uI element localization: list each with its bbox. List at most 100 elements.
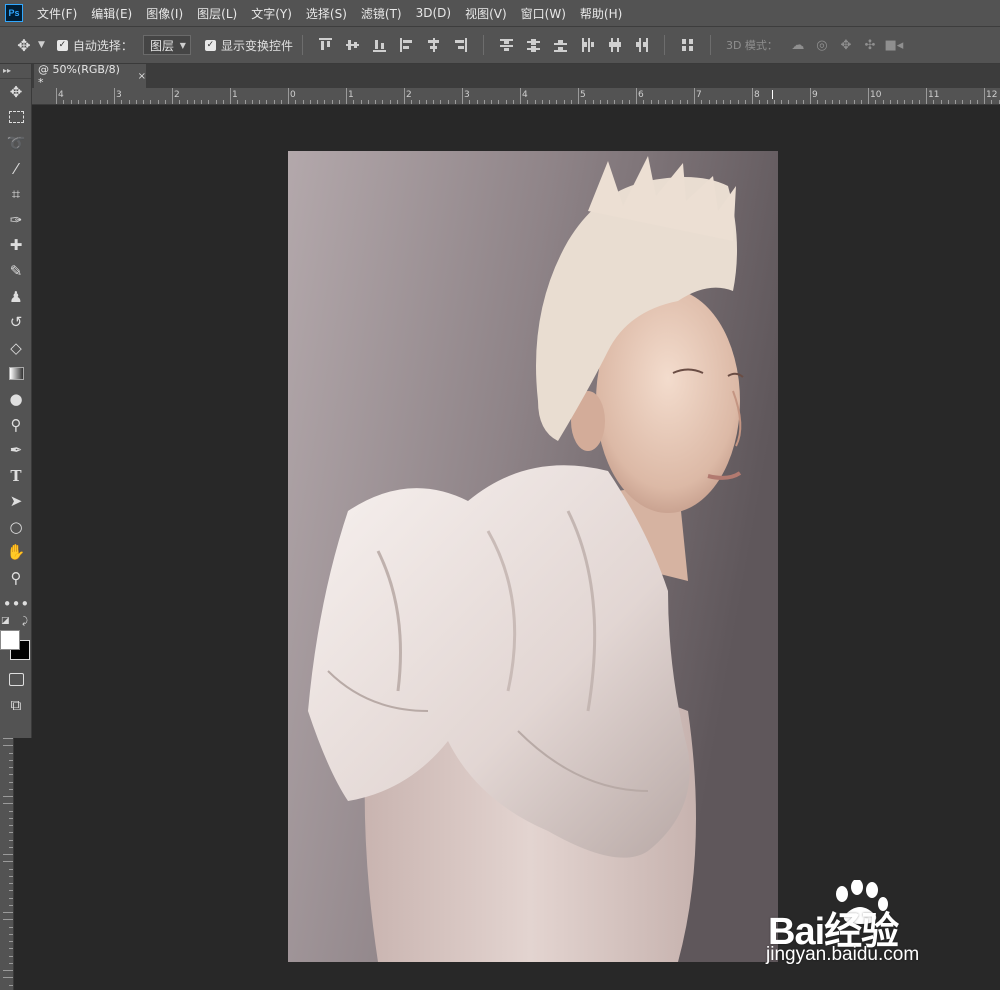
align-horizontal-center-icon[interactable] bbox=[427, 38, 440, 52]
align-top-icon[interactable] bbox=[318, 38, 332, 52]
menu-file[interactable]: 文件(F) bbox=[37, 5, 77, 22]
blur-tool-icon[interactable]: ● bbox=[0, 386, 32, 412]
ruler-tick bbox=[63, 100, 65, 104]
show-transform-checkbox[interactable]: ✓ bbox=[204, 39, 216, 51]
menu-select[interactable]: 选择(S) bbox=[306, 5, 347, 22]
3d-roll-icon[interactable]: ◎ bbox=[814, 37, 830, 53]
ruler-tick bbox=[694, 88, 695, 104]
auto-align-layers-icon[interactable] bbox=[681, 38, 694, 52]
ruler-tick bbox=[701, 100, 703, 104]
menu-image[interactable]: 图像(I) bbox=[146, 5, 183, 22]
distribute-vertical-center-icon[interactable] bbox=[526, 38, 540, 52]
ruler-tick bbox=[3, 977, 13, 979]
ruler-tick bbox=[860, 100, 862, 104]
ruler-tick bbox=[9, 962, 13, 964]
menu-window[interactable]: 窗口(W) bbox=[521, 5, 566, 22]
ruler-tick bbox=[3, 970, 13, 971]
ruler-tick bbox=[527, 100, 529, 104]
screen-mode-icon[interactable]: ⧉ bbox=[0, 692, 32, 718]
marquee-tool-icon[interactable] bbox=[0, 105, 32, 131]
ruler-tick bbox=[302, 100, 304, 104]
ruler-label: 11 bbox=[928, 90, 940, 100]
ruler-tick bbox=[686, 100, 688, 104]
distribute-bottom-icon[interactable] bbox=[553, 38, 567, 52]
foreground-color-swatch[interactable] bbox=[0, 630, 20, 651]
3d-scale-icon[interactable]: ■◂ bbox=[885, 37, 904, 53]
ruler-cursor-marker bbox=[772, 90, 773, 99]
ruler-tick bbox=[607, 100, 608, 104]
tools-panel: ▸▸ ✥ ➰ ⁄ ⌗ ✑ ✚ ✎ ♟ ↺ ◇ ● ⚲ ✒ T ➤ ○ ✋ ⚲ •… bbox=[0, 64, 32, 738]
move-tool-preset-icon[interactable]: ✥ bbox=[14, 35, 34, 55]
default-colors-icon[interactable]: ◪ bbox=[1, 616, 10, 626]
gradient-tool-icon[interactable] bbox=[0, 361, 32, 387]
healing-brush-tool-icon[interactable]: ✚ bbox=[0, 233, 32, 259]
eyedropper-tool-icon[interactable]: ✑ bbox=[0, 207, 32, 233]
menu-edit[interactable]: 编辑(E) bbox=[91, 5, 132, 22]
ruler-tick bbox=[947, 100, 949, 104]
zoom-tool-icon[interactable]: ⚲ bbox=[0, 565, 32, 591]
menu-type[interactable]: 文字(Y) bbox=[251, 5, 292, 22]
ruler-tick bbox=[280, 100, 282, 104]
distribute-right-icon[interactable] bbox=[635, 38, 648, 52]
eraser-tool-icon[interactable]: ◇ bbox=[0, 335, 32, 361]
more-tools-icon[interactable]: ••• bbox=[0, 591, 32, 617]
collapse-panel-icon[interactable]: ▸▸ bbox=[0, 64, 31, 79]
ruler-tick bbox=[273, 100, 275, 104]
path-selection-tool-icon[interactable]: ➤ bbox=[0, 489, 32, 515]
ruler-tick bbox=[759, 100, 761, 104]
align-bottom-icon[interactable] bbox=[372, 38, 386, 52]
auto-select-checkbox[interactable]: ✓ bbox=[56, 39, 68, 51]
ruler-label: 10 bbox=[870, 90, 882, 100]
chevron-down-icon[interactable]: ▼ bbox=[38, 40, 45, 50]
move-tool-icon[interactable]: ✥ bbox=[0, 79, 32, 105]
distribute-horizontal-center-icon[interactable] bbox=[608, 38, 621, 52]
distribute-left-icon[interactable] bbox=[581, 38, 594, 52]
3d-pan-icon[interactable]: ✥ bbox=[838, 37, 854, 53]
brush-tool-icon[interactable]: ✎ bbox=[0, 258, 32, 284]
document-tab[interactable]: @ 50%(RGB/8) * × bbox=[34, 63, 146, 89]
menu-view[interactable]: 视图(V) bbox=[465, 5, 507, 22]
menu-filter[interactable]: 滤镜(T) bbox=[361, 5, 402, 22]
ruler-tick bbox=[621, 100, 623, 104]
menu-3d[interactable]: 3D(D) bbox=[416, 6, 451, 20]
vertical-ruler[interactable] bbox=[0, 738, 14, 990]
ruler-label: 1 bbox=[232, 90, 238, 100]
ruler-tick bbox=[309, 100, 311, 104]
close-icon[interactable]: × bbox=[138, 71, 146, 82]
ruler-tick bbox=[636, 88, 637, 104]
document-canvas[interactable] bbox=[288, 151, 778, 962]
menu-help[interactable]: 帮助(H) bbox=[580, 5, 622, 22]
align-vertical-center-icon[interactable] bbox=[345, 38, 359, 52]
quick-mask-icon[interactable] bbox=[0, 666, 32, 692]
crop-tool-icon[interactable]: ⌗ bbox=[0, 181, 32, 207]
ruler-tick bbox=[737, 100, 739, 104]
lasso-tool-icon[interactable]: ➰ bbox=[0, 130, 32, 156]
align-right-icon[interactable] bbox=[454, 38, 467, 52]
swap-colors-icon[interactable]: ⤸ bbox=[22, 616, 28, 627]
dodge-tool-icon[interactable]: ⚲ bbox=[0, 412, 32, 438]
align-left-icon[interactable] bbox=[399, 38, 413, 52]
type-tool-icon[interactable]: T bbox=[0, 463, 32, 489]
3d-slide-icon[interactable]: ✣ bbox=[862, 37, 878, 53]
distribute-top-icon[interactable] bbox=[499, 38, 513, 52]
auto-select-option[interactable]: ✓ 自动选择： bbox=[56, 37, 133, 54]
ruler-tick bbox=[9, 883, 13, 884]
ellipse-tool-icon[interactable]: ○ bbox=[0, 514, 32, 540]
magic-wand-tool-icon[interactable]: ⁄ bbox=[0, 156, 32, 182]
show-transform-option[interactable]: ✓ 显示变换控件 bbox=[204, 37, 293, 54]
3d-orbit-icon[interactable]: ☁ bbox=[790, 37, 806, 53]
clone-stamp-tool-icon[interactable]: ♟ bbox=[0, 284, 32, 310]
hand-tool-icon[interactable]: ✋ bbox=[0, 540, 32, 566]
menu-layer[interactable]: 图层(L) bbox=[197, 5, 237, 22]
menu-bar: Ps 文件(F) 编辑(E) 图像(I) 图层(L) 文字(Y) 选择(S) 滤… bbox=[0, 0, 1000, 26]
ruler-tick bbox=[425, 100, 427, 104]
auto-select-target-dropdown[interactable]: 图层 ▼ bbox=[142, 35, 191, 55]
pen-tool-icon[interactable]: ✒ bbox=[0, 437, 32, 463]
horizontal-ruler[interactable]: 4 3 2 1 0 1 2 3 4 5 6 7 8 9 10 11 12 bbox=[32, 88, 1000, 105]
ruler-tick bbox=[788, 100, 790, 104]
history-brush-tool-icon[interactable]: ↺ bbox=[0, 309, 32, 335]
ruler-tick bbox=[92, 100, 94, 104]
ruler-tick bbox=[128, 100, 130, 104]
color-swatches: ◪ ⤸ bbox=[0, 616, 32, 666]
ruler-tick bbox=[164, 100, 166, 104]
